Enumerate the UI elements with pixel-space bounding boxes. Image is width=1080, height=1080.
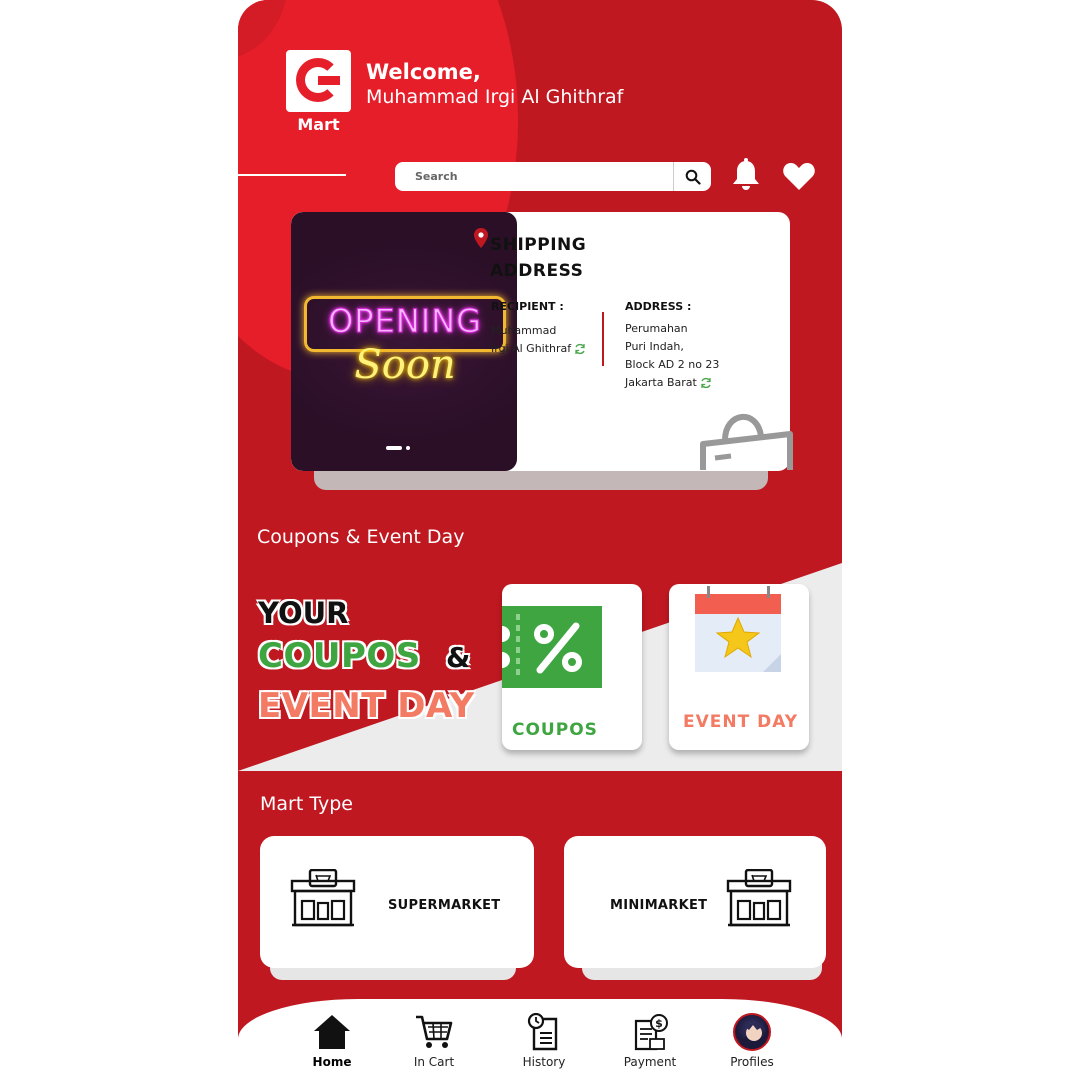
address-value: Perumahan Puri Indah, Block AD 2 no 23 J… [625, 320, 737, 392]
coupon-percent-icon [502, 606, 602, 688]
supermarket-card[interactable]: SUPERMARKET [260, 836, 534, 968]
avatar [733, 1013, 771, 1051]
address-line1: Perumahan [625, 322, 688, 335]
search-icon [685, 169, 701, 185]
refresh-icon[interactable] [574, 343, 586, 355]
svg-text:$: $ [655, 1017, 663, 1030]
shopping-bag-icon [700, 414, 793, 470]
search-bar [395, 162, 711, 191]
event-day-label: EVENT DAY [683, 712, 799, 732]
shipping-title: SHIPPING ADDRESS [490, 232, 586, 284]
nav-profiles[interactable]: Profiles [712, 1013, 792, 1069]
nav-history[interactable]: History [504, 1013, 584, 1069]
address-line2: Puri Indah, [625, 340, 684, 353]
cart-icon [416, 1015, 453, 1048]
promo-event-day: EVENT DAY [258, 686, 475, 726]
bell-icon[interactable] [731, 158, 761, 192]
address-label: ADDRESS : [625, 300, 692, 313]
shipping-title-line1: SHIPPING [490, 235, 587, 255]
home-icon [314, 1015, 350, 1049]
search-button[interactable] [673, 162, 711, 191]
nav-cart-label: In Cart [413, 1055, 455, 1069]
search-input[interactable] [395, 162, 671, 191]
nav-home[interactable]: Home [292, 1013, 372, 1069]
minimarket-card[interactable]: MINIMARKET [564, 836, 826, 968]
payment-icon: $ [634, 1014, 668, 1051]
address-line4: Jakarta Barat [625, 376, 697, 389]
minimarket-label: MINIMARKET [610, 898, 708, 913]
shipping-title-line2: ADDRESS [490, 261, 584, 281]
promo-banner[interactable]: OPENING Soon [291, 212, 517, 471]
event-day-card[interactable]: EVENT DAY [669, 584, 809, 750]
nav-profiles-label: Profiles [730, 1055, 774, 1069]
recipient-line1: Muhammad [491, 324, 557, 337]
store-icon [726, 869, 792, 927]
app-screen: Mart Welcome, Muhammad Irgi Al Ghithraf … [238, 0, 842, 1080]
logo-text: Mart [297, 115, 340, 134]
section-title-coupons: Coupons & Event Day [257, 526, 465, 548]
promo-your: YOUR [258, 596, 349, 631]
refresh-icon[interactable] [700, 377, 712, 389]
nav-home-label: Home [312, 1055, 352, 1069]
avatar-image [740, 1023, 768, 1049]
nav-cart[interactable]: In Cart [394, 1013, 474, 1069]
promo-coupos: COUPOS [258, 636, 421, 676]
promo-ampersand: & [446, 641, 471, 674]
coupos-label: COUPOS [512, 720, 598, 740]
address-line3: Block AD 2 no 23 [625, 358, 720, 371]
coupos-card[interactable]: COUPOS [502, 584, 642, 750]
recipient-value: Muhammad Irgi Al Ghithraf [491, 322, 601, 358]
history-icon [527, 1013, 558, 1051]
recipient-line2: Irgi Al Ghithraf [491, 342, 572, 355]
recipient-label: RECIPIENT : [491, 300, 564, 313]
supermarket-label: SUPERMARKET [388, 898, 501, 913]
shipping-divider [602, 312, 604, 366]
banner-subtitle: Soon [354, 342, 456, 388]
store-icon [290, 869, 356, 927]
nav-payment[interactable]: $ Payment [610, 1013, 690, 1069]
header-divider [238, 174, 346, 176]
app-logo[interactable] [286, 50, 351, 112]
welcome-text: Welcome, [366, 60, 481, 84]
calendar-star-icon [695, 586, 781, 672]
section-title-mart-type: Mart Type [260, 793, 353, 815]
user-name: Muhammad Irgi Al Ghithraf [366, 86, 624, 108]
bottom-navigation: Home In Cart History $ Payment Profiles [238, 999, 842, 1080]
location-pin-icon [474, 228, 488, 248]
nav-history-label: History [522, 1055, 566, 1069]
banner-title: OPENING [328, 302, 482, 341]
heart-icon[interactable] [782, 160, 816, 192]
carousel-dot-active[interactable] [386, 446, 402, 450]
carousel-dot[interactable] [406, 446, 410, 450]
nav-payment-label: Payment [623, 1055, 677, 1069]
